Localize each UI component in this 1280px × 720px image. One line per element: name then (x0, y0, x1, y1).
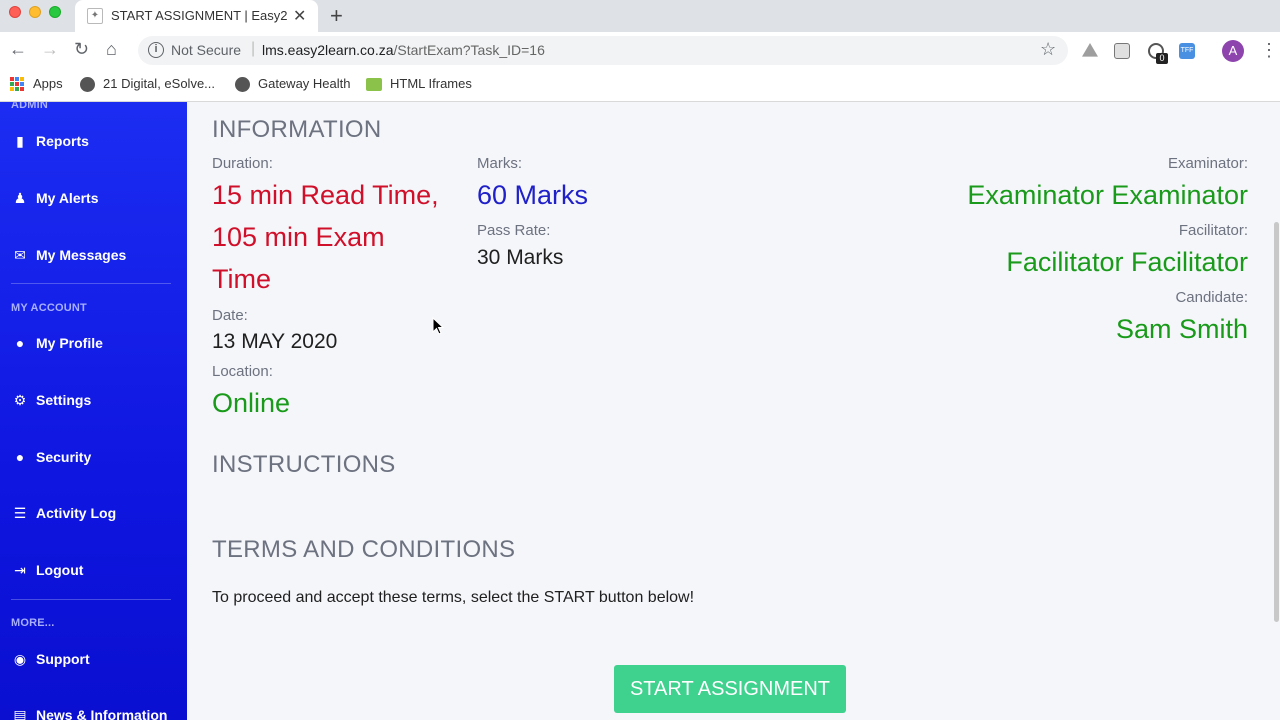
bookmark-21-digital[interactable]: 21 Digital, eSolve... (103, 76, 215, 91)
avatar[interactable]: A (1222, 40, 1244, 62)
sidebar-item-logout[interactable]: ⇥ Logout (0, 554, 187, 588)
sidebar-item-label: Reports (36, 133, 89, 149)
sidebar-item-label: My Alerts (36, 190, 99, 206)
extension-icon[interactable] (1114, 43, 1130, 59)
terms-text: To proceed and accept these terms, selec… (212, 589, 695, 606)
sidebar-item-label: News & Information (36, 707, 168, 720)
info-icon[interactable]: i (148, 42, 164, 58)
sidebar-section-admin: ADMIN (11, 102, 49, 111)
sidebar-item-label: Settings (36, 392, 92, 408)
forward-icon[interactable]: → (41, 39, 59, 60)
duration-value-line2: 105 min Exam (212, 222, 385, 252)
pass-rate-value: 30 Marks (477, 246, 564, 269)
tab-title: START ASSIGNMENT | Easy2Le (111, 8, 287, 23)
marks-value: 60 Marks (477, 180, 589, 210)
candidate-value: Sam Smith (1115, 314, 1248, 344)
facilitator-value: Facilitator Facilitator (1006, 247, 1248, 277)
sidebar-item-news[interactable]: ▤ News & Information (0, 699, 187, 720)
sidebar-item-label: Logout (36, 562, 84, 578)
url-text[interactable]: lms.easy2learn.co.za/StartExam?Task_ID=1… (262, 42, 545, 58)
sidebar-item-activity-log[interactable]: ☰ Activity Log (0, 497, 187, 531)
close-icon[interactable]: ✕ (293, 6, 306, 26)
window-close-button[interactable] (9, 6, 21, 18)
globe-icon (235, 77, 250, 92)
examinator-value: Examinator Examinator (967, 180, 1248, 210)
address-bar[interactable]: i Not Secure | lms.easy2learn.co.za/Star… (138, 36, 1068, 65)
date-value: 13 MAY 2020 (212, 330, 338, 353)
menu-icon[interactable]: ⋮ (1260, 40, 1278, 61)
bookmarks-bar: Apps 21 Digital, eSolve... Gateway Healt… (0, 69, 1280, 102)
terms-heading: TERMS AND CONDITIONS (212, 536, 516, 563)
sidebar-item-my-messages[interactable]: ✉ My Messages (0, 239, 187, 273)
bar-chart-icon: ▮ (16, 133, 24, 149)
sidebar-item-label: Activity Log (36, 505, 117, 521)
bookmark-gateway-health[interactable]: Gateway Health (258, 76, 351, 91)
bookmark-apps[interactable]: Apps (33, 76, 63, 91)
sidebar-item-label: My Profile (36, 335, 103, 351)
date-label: Date: (212, 307, 248, 324)
main-content: INFORMATION Duration: 15 min Read Time, … (187, 102, 1280, 720)
start-assignment-button[interactable]: START ASSIGNMENT (614, 665, 846, 713)
sidebar-item-label: My Messages (36, 247, 127, 263)
iframe-icon (366, 78, 382, 91)
sidebar-item-my-alerts[interactable]: ♟ My Alerts (0, 182, 187, 216)
browser-tabbar: ✦ START ASSIGNMENT | Easy2Le ✕ + (0, 0, 1280, 32)
sidebar: ADMIN ▮ Reports ♟ My Alerts ✉ My Message… (0, 102, 187, 720)
examinator-label: Examinator: (1167, 155, 1248, 172)
duration-value-line1: 15 min Read Time, (212, 180, 439, 210)
sidebar-item-security[interactable]: ● Security (0, 441, 187, 475)
marks-label: Marks: (477, 155, 522, 172)
user-icon: ● (15, 335, 25, 351)
sidebar-item-my-profile[interactable]: ● My Profile (0, 327, 187, 361)
information-heading: INFORMATION (212, 116, 382, 143)
globe-icon (80, 77, 95, 92)
window-minimize-button[interactable] (29, 6, 41, 18)
bookmark-star-icon[interactable]: ☆ (1040, 39, 1056, 60)
sidebar-item-reports[interactable]: ▮ Reports (0, 125, 187, 159)
lifebuoy-icon: ◉ (13, 651, 27, 667)
duration-label: Duration: (212, 155, 273, 172)
sign-out-icon: ⇥ (14, 562, 26, 578)
url-separator: | (251, 40, 256, 57)
user-lock-icon: ● (15, 449, 25, 465)
sidebar-section-more: MORE... (11, 617, 55, 629)
reload-icon[interactable]: ↻ (74, 39, 89, 60)
sidebar-divider (11, 599, 171, 600)
pass-rate-label: Pass Rate: (477, 222, 551, 239)
envelope-icon: ✉ (14, 247, 26, 263)
facilitator-label: Facilitator: (1178, 222, 1248, 239)
sidebar-item-support[interactable]: ◉ Support (0, 643, 187, 677)
document-icon: ✦ (87, 8, 103, 24)
back-icon[interactable]: ← (9, 39, 27, 60)
sidebar-divider (11, 283, 171, 284)
location-label: Location: (212, 363, 273, 380)
sidebar-item-label: Support (36, 651, 90, 667)
new-tab-icon[interactable]: + (330, 3, 343, 29)
home-icon[interactable]: ⌂ (106, 39, 117, 60)
list-icon: ☰ (13, 505, 27, 521)
bookmark-html-iframes[interactable]: HTML Iframes (390, 76, 472, 91)
instructions-heading: INSTRUCTIONS (212, 451, 396, 478)
security-status: Not Secure (171, 42, 242, 58)
extension-badge: 0 (1156, 53, 1168, 64)
sidebar-item-label: Security (36, 449, 92, 465)
url-host: lms.easy2learn.co.za (262, 42, 394, 58)
window-maximize-button[interactable] (49, 6, 61, 18)
newspaper-icon: ▤ (13, 707, 27, 720)
url-path: /StartExam?Task_ID=16 (393, 42, 545, 58)
location-value: Online (212, 388, 291, 418)
mouse-cursor-icon (432, 317, 444, 335)
candidate-label: Candidate: (1175, 289, 1248, 306)
gears-icon: ⚙ (13, 392, 27, 408)
apps-icon[interactable] (10, 77, 24, 91)
duration-value-line3: Time (212, 264, 271, 294)
sidebar-section-account: MY ACCOUNT (11, 302, 87, 314)
sidebar-item-settings[interactable]: ⚙ Settings (0, 384, 187, 418)
browser-tab[interactable]: ✦ START ASSIGNMENT | Easy2Le ✕ (75, 0, 318, 32)
alert-person-icon: ♟ (13, 190, 27, 206)
scrollbar[interactable] (1274, 222, 1279, 622)
tff-extension-icon[interactable]: TFF (1179, 43, 1195, 59)
